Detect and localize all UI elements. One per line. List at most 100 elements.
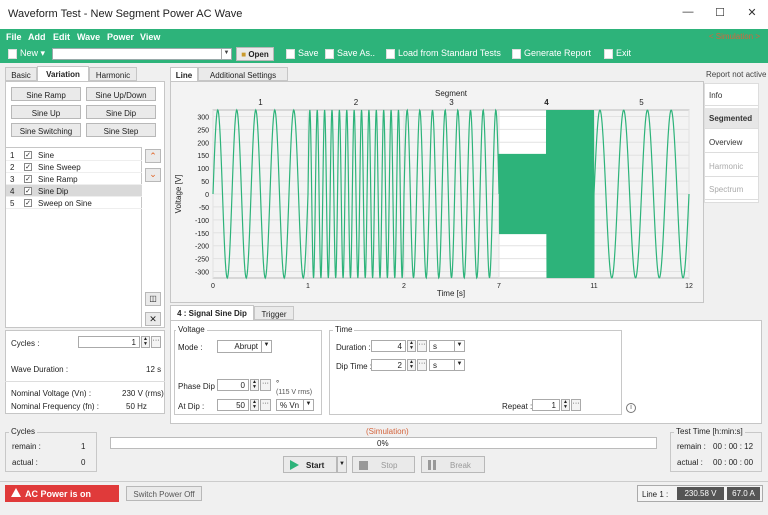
dip-time-more-button[interactable]: ··· bbox=[417, 359, 427, 371]
chevron-down-icon: ⌄ bbox=[149, 169, 157, 179]
segment-number-label: 5 bbox=[639, 98, 644, 107]
dip-time-unit-dropdown[interactable]: s ▼ bbox=[429, 359, 465, 371]
voltage-group-title: Voltage bbox=[176, 325, 207, 334]
chart-title: Segment bbox=[435, 89, 468, 98]
side-tab-overview[interactable]: Overview bbox=[705, 132, 758, 153]
exit-button-label: Exit bbox=[616, 48, 632, 58]
sine-up-button[interactable]: Sine Up bbox=[11, 105, 81, 119]
sine-dip-button[interactable]: Sine Dip bbox=[86, 105, 156, 119]
minimize-button[interactable]: — bbox=[676, 6, 700, 22]
menu-file[interactable]: File bbox=[6, 32, 22, 42]
y-tick-label: 150 bbox=[197, 153, 209, 160]
mode-dropdown[interactable]: Abrupt ▼ bbox=[217, 340, 272, 353]
move-down-button[interactable]: ⌄ bbox=[145, 168, 161, 182]
duration-input[interactable]: 4 bbox=[371, 340, 406, 352]
menu-wave[interactable]: Wave bbox=[77, 32, 100, 42]
list-item[interactable]: 1 ✓ Sine bbox=[6, 149, 142, 161]
start-button[interactable]: Start bbox=[283, 456, 337, 473]
cycles-input[interactable]: 1 bbox=[78, 336, 140, 348]
duration-unit-value: s bbox=[433, 342, 437, 351]
maximize-button[interactable]: ☐ bbox=[708, 6, 732, 22]
phase-dip-input[interactable]: 0 bbox=[217, 379, 249, 391]
phase-dip-stepper[interactable]: ▲ ▼ bbox=[250, 379, 259, 391]
cycles-label: Cycles : bbox=[11, 339, 40, 348]
start-options-button[interactable]: ▼ bbox=[337, 456, 347, 473]
at-dip-unit-dropdown[interactable]: % Vn ▼ bbox=[276, 399, 314, 411]
list-item[interactable]: 3 ✓ Sine Ramp bbox=[6, 173, 142, 185]
tab-variation[interactable]: Variation bbox=[37, 66, 89, 81]
dip-time-input[interactable]: 2 bbox=[371, 359, 406, 371]
delete-segment-button[interactable]: ✕ bbox=[145, 312, 161, 326]
checkbox[interactable]: ✓ bbox=[24, 187, 32, 195]
at-dip-more-button[interactable]: ··· bbox=[260, 399, 271, 411]
repeat-more-button[interactable]: ··· bbox=[571, 399, 581, 411]
sine-switching-button[interactable]: Sine Switching bbox=[11, 123, 81, 137]
menu-edit[interactable]: Edit bbox=[53, 32, 70, 42]
checkbox[interactable]: ✓ bbox=[24, 151, 32, 159]
menu-add[interactable]: Add bbox=[28, 32, 46, 42]
duration-stepper[interactable]: ▲ ▼ bbox=[407, 340, 416, 352]
y-axis-ticks: 300 250 200 150 100 50 0 -50 -100 -150 -200 -250 -30… bbox=[195, 114, 209, 276]
close-button[interactable]: ✕ bbox=[740, 6, 764, 22]
open-button-label: Open bbox=[248, 50, 269, 59]
ac-power-text: AC Power is on bbox=[25, 489, 92, 499]
cycles-more-button[interactable]: ··· bbox=[151, 336, 161, 348]
menu-power[interactable]: Power bbox=[107, 32, 134, 42]
at-dip-unit-value: % Vn bbox=[280, 401, 300, 410]
sine-ramp-button[interactable]: Sine Ramp bbox=[11, 87, 81, 101]
sine-up-down-button[interactable]: Sine Up/Down bbox=[86, 87, 156, 101]
switch-power-off-button[interactable]: Switch Power Off bbox=[126, 486, 202, 501]
duration-more-button[interactable]: ··· bbox=[417, 340, 427, 352]
y-tick-label: -150 bbox=[195, 231, 209, 238]
tab-basic[interactable]: Basic bbox=[5, 67, 37, 81]
generate-report-button[interactable]: Generate Report bbox=[512, 48, 591, 59]
sine-step-button[interactable]: Sine Step bbox=[86, 123, 156, 137]
at-dip-input[interactable]: 50 bbox=[217, 399, 249, 411]
move-up-button[interactable]: ⌃ bbox=[145, 149, 161, 163]
divider bbox=[5, 381, 165, 382]
cycles-group-title: Cycles bbox=[9, 427, 38, 436]
dip-time-stepper[interactable]: ▲ ▼ bbox=[407, 359, 416, 371]
side-tab-harmonic: Harmonic bbox=[705, 156, 758, 177]
save-button[interactable]: Save bbox=[286, 48, 319, 59]
tab-line[interactable]: Line bbox=[170, 67, 198, 81]
progress-bar: 0% bbox=[110, 437, 657, 449]
save-as-button[interactable]: Save As.. bbox=[325, 48, 375, 59]
load-standard-tests-button[interactable]: Load from Standard Tests bbox=[386, 48, 501, 59]
stop-button[interactable]: Stop bbox=[352, 456, 415, 473]
nominal-voltage-label: Nominal Voltage (Vn) : bbox=[11, 389, 92, 398]
repeat-input[interactable]: 1 bbox=[532, 399, 560, 411]
phase-dip-more-button[interactable]: ··· bbox=[260, 379, 271, 391]
at-dip-stepper[interactable]: ▲ ▼ bbox=[250, 399, 259, 411]
ac-power-indicator: AC Power is on bbox=[5, 485, 119, 502]
list-item[interactable]: 5 ✓ Sweep on Sine bbox=[6, 197, 142, 209]
file-path-combo[interactable]: ▼ bbox=[52, 48, 232, 60]
checkbox[interactable]: ✓ bbox=[24, 163, 32, 171]
tab-signal-sine-dip[interactable]: 4 : Signal Sine Dip bbox=[170, 305, 254, 320]
break-button[interactable]: Break bbox=[421, 456, 485, 473]
menu-view[interactable]: View bbox=[140, 32, 160, 42]
tab-additional-settings[interactable]: Additional Settings bbox=[198, 67, 288, 81]
cycles-remain-label: remain : bbox=[12, 442, 41, 451]
split-segment-button[interactable]: ◫ bbox=[145, 292, 161, 306]
tab-trigger[interactable]: Trigger bbox=[254, 306, 294, 320]
info-icon[interactable]: i bbox=[626, 403, 636, 413]
checkbox[interactable]: ✓ bbox=[24, 199, 32, 207]
cycles-remain-value: 1 bbox=[81, 442, 86, 451]
list-item[interactable]: 4 ✓ Sine Dip bbox=[6, 185, 142, 197]
duration-unit-dropdown[interactable]: s ▼ bbox=[429, 340, 465, 352]
exit-button[interactable]: Exit bbox=[604, 48, 631, 59]
side-tab-segmented[interactable]: Segmented bbox=[705, 108, 758, 129]
checkbox[interactable]: ✓ bbox=[24, 175, 32, 183]
side-tab-info[interactable]: Info bbox=[705, 85, 758, 106]
repeat-stepper[interactable]: ▲ ▼ bbox=[561, 399, 570, 411]
tab-harmonic[interactable]: Harmonic bbox=[89, 67, 137, 81]
cycles-stepper[interactable]: ▲ ▼ bbox=[141, 336, 150, 348]
list-item[interactable]: 2 ✓ Sine Sweep bbox=[6, 161, 142, 173]
open-button[interactable]: ■ Open bbox=[236, 47, 274, 61]
y-tick-label: 100 bbox=[197, 166, 209, 173]
time-group-title: Time bbox=[333, 325, 355, 334]
new-button[interactable]: New ▾ bbox=[8, 48, 45, 59]
close-icon: ✕ bbox=[149, 314, 157, 324]
y-tick-label: -300 bbox=[195, 270, 209, 277]
